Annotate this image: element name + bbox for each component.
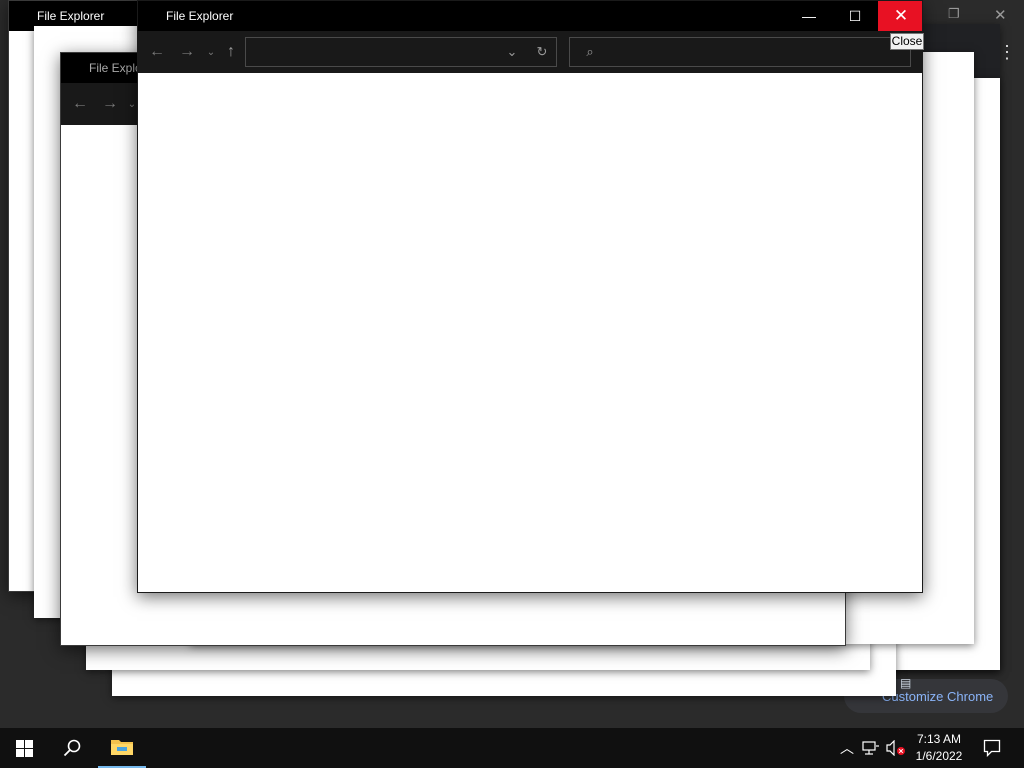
close-button[interactable]: ✕ xyxy=(878,1,922,31)
titlebar: File Explorer — ☐ ✕ xyxy=(138,1,922,31)
customize-chrome-label: Customize Chrome xyxy=(882,688,994,704)
window-title: File Explorer xyxy=(37,9,105,23)
windows-logo-icon xyxy=(15,739,33,757)
maximize-icon: ☐ xyxy=(848,7,862,24)
back-arrow-icon[interactable]: ← xyxy=(66,83,94,125)
close-icon: ✕ xyxy=(893,6,909,25)
back-arrow-icon[interactable]: ← xyxy=(143,31,171,73)
toolbar: ← → ⌄ ↑ ⌄ ↻ ⌕ xyxy=(138,31,922,73)
address-bar[interactable]: ⌄ ↻ xyxy=(245,37,557,67)
search-icon xyxy=(63,739,81,757)
file-explorer-window: File Explorer — ☐ ✕ ← → ⌄ ↑ ⌄ ↻ ⌕ xyxy=(137,0,923,593)
forward-arrow-icon[interactable]: → xyxy=(96,83,124,125)
show-hidden-icons-chevron-icon[interactable]: ︿ xyxy=(840,728,854,768)
maximize-icon[interactable]: ❐ xyxy=(948,6,960,22)
close-tooltip: Close xyxy=(890,33,924,50)
taskbar: ︿ 7:13 AM 1/6/2022 xyxy=(0,728,1024,768)
file-explorer-taskbar-button[interactable] xyxy=(98,728,146,768)
recent-locations-chevron-icon[interactable]: ⌄ xyxy=(204,31,218,73)
up-arrow-icon[interactable]: ↑ xyxy=(217,31,245,73)
maximize-button[interactable]: ☐ xyxy=(832,1,878,31)
minimize-button[interactable]: — xyxy=(786,1,832,31)
window-thumbnail-icon: ▤ xyxy=(900,676,912,690)
chrome-menu-icon[interactable]: ⋮ xyxy=(998,42,1016,63)
search-input[interactable] xyxy=(602,42,902,62)
network-icon[interactable] xyxy=(862,728,880,768)
search-icon: ⌕ xyxy=(586,44,594,59)
start-button[interactable] xyxy=(0,728,48,768)
refresh-icon[interactable]: ↻ xyxy=(528,38,556,66)
action-center-icon[interactable] xyxy=(983,728,1001,768)
address-dropdown-icon[interactable]: ⌄ xyxy=(498,38,526,66)
minimize-icon: — xyxy=(802,8,816,24)
search-box[interactable]: ⌕ xyxy=(569,37,911,67)
folder-icon xyxy=(111,740,133,755)
window-title: File Explo xyxy=(89,61,142,75)
content-area xyxy=(138,73,922,592)
clock-date: 1/6/2022 xyxy=(915,749,963,763)
volume-muted-icon[interactable] xyxy=(886,728,906,768)
clock-time: 7:13 AM xyxy=(916,732,962,746)
close-icon[interactable]: ✕ xyxy=(994,6,1007,24)
window-title: File Explorer xyxy=(166,9,234,23)
search-button[interactable] xyxy=(48,728,96,768)
clock[interactable]: 7:13 AM 1/6/2022 xyxy=(906,728,972,768)
forward-arrow-icon[interactable]: → xyxy=(173,31,201,73)
